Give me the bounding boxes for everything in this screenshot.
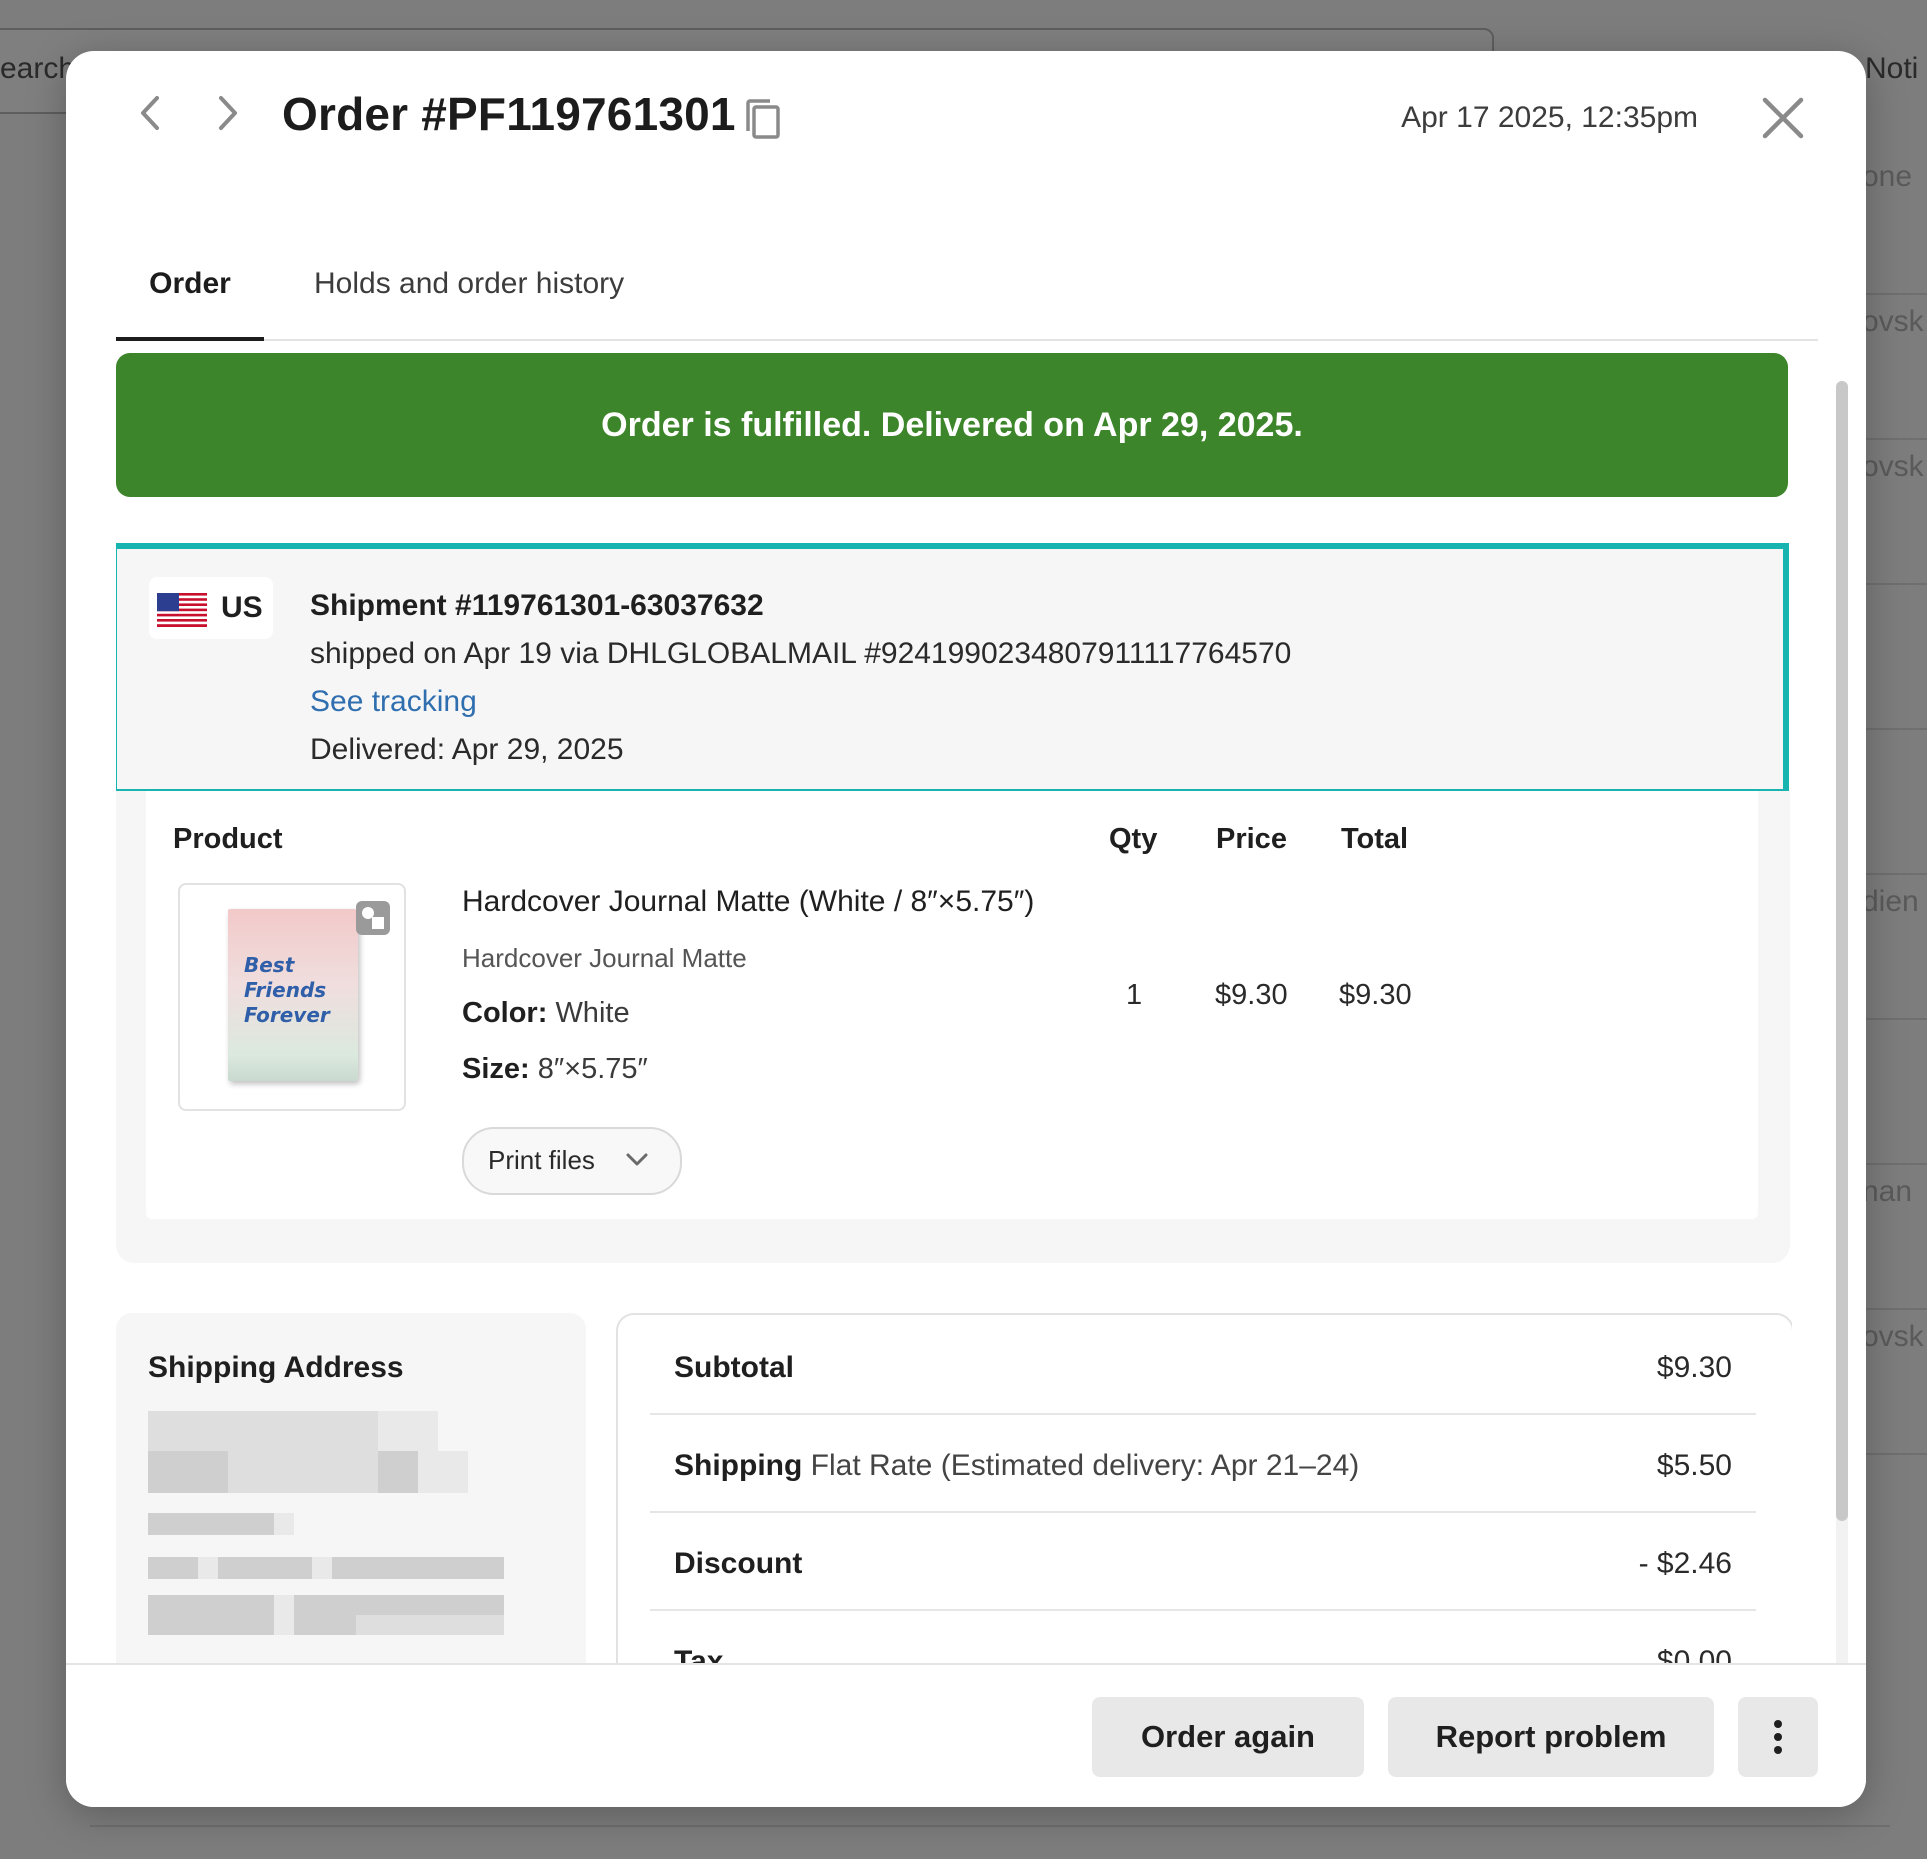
modal-footer: Order again Report problem [66, 1663, 1866, 1807]
column-header-product: Product [173, 823, 283, 855]
shipping-row: Shipping Flat Rate (Estimated delivery: … [650, 1413, 1756, 1513]
us-flag-icon [157, 593, 207, 627]
order-date: Apr 17 2025, 12:35pm [1401, 101, 1698, 134]
shipment-delivered-date: Delivered: Apr 29, 2025 [310, 733, 624, 766]
column-header-total: Total [1341, 823, 1409, 855]
image-badge-icon[interactable] [356, 901, 390, 935]
modal-content: Order is fulfilled. Delivered on Apr 29,… [116, 351, 1792, 1713]
shipping-address-title: Shipping Address [148, 1351, 404, 1384]
shipment-card: US Shipment #119761301-63037632 shipped … [116, 543, 1789, 795]
discount-value: - $2.46 [1638, 1547, 1732, 1580]
column-header-price: Price [1216, 823, 1287, 855]
items-panel: Product Qty Price Total Best Friends For… [116, 791, 1790, 1263]
subtotal-row: Subtotal $9.30 [650, 1315, 1756, 1415]
country-chip: US [149, 577, 273, 639]
item-total: $9.30 [1339, 979, 1412, 1011]
order-modal: Order #PF119761301 Apr 17 2025, 12:35pm … [66, 51, 1866, 1807]
banner-text: Order is fulfilled. Delivered on Apr 29,… [601, 405, 1303, 444]
tab-order[interactable]: Order [116, 267, 264, 341]
previous-order-button[interactable] [128, 91, 172, 135]
product-size: Size: 8″×5.75″ [462, 1053, 648, 1085]
copy-icon [746, 99, 780, 139]
product-thumbnail[interactable]: Best Friends Forever [178, 883, 406, 1111]
report-problem-button[interactable]: Report problem [1388, 1697, 1714, 1777]
items-table: Product Qty Price Total Best Friends For… [146, 791, 1758, 1219]
chevron-right-icon [219, 96, 237, 130]
tab-holds-and-order-history[interactable]: Holds and order history [314, 267, 624, 337]
product-name: Hardcover Journal Matte (White / 8″×5.75… [462, 885, 1035, 918]
journal-cover-image: Best Friends Forever [228, 909, 358, 1081]
shipping-address-card: Shipping Address [116, 1313, 586, 1713]
discount-label: Discount [674, 1547, 803, 1580]
order-again-button[interactable]: Order again [1092, 1697, 1364, 1777]
background-search-label: earch [0, 52, 76, 85]
close-modal-button[interactable] [1760, 95, 1806, 141]
discount-row: Discount - $2.46 [650, 1511, 1756, 1611]
print-files-dropdown[interactable]: Print files [462, 1127, 682, 1195]
see-tracking-link[interactable]: See tracking [310, 685, 477, 719]
order-title: Order #PF119761301 [282, 88, 736, 140]
country-code: US [221, 591, 263, 624]
more-options-button[interactable] [1738, 1697, 1818, 1777]
scrollbar-thumb[interactable] [1836, 381, 1848, 1521]
background-notifications-label: Noti [1865, 52, 1919, 85]
modal-header: Order #PF119761301 Apr 17 2025, 12:35pm [66, 51, 1866, 181]
subtotal-label: Subtotal [674, 1351, 794, 1384]
shipping-method: Flat Rate (Estimated delivery: Apr 21–24… [810, 1449, 1360, 1482]
copy-order-number-button[interactable] [744, 97, 784, 143]
fulfilled-banner: Order is fulfilled. Delivered on Apr 29,… [116, 353, 1788, 497]
order-totals-card: Subtotal $9.30 Shipping Flat Rate (Estim… [616, 1313, 1792, 1713]
shipment-title: Shipment #119761301-63037632 [310, 589, 764, 622]
modal-tabs: Order Holds and order history [116, 231, 1818, 341]
product-color: Color: White [462, 997, 630, 1029]
shipment-carrier-line: shipped on Apr 19 via DHLGLOBALMAIL #924… [310, 637, 1292, 670]
item-price: $9.30 [1215, 979, 1288, 1011]
background-divider [90, 1825, 1890, 1827]
subtotal-value: $9.30 [1656, 1351, 1732, 1384]
chevron-down-icon [626, 1153, 648, 1166]
print-files-label: Print files [488, 1145, 595, 1175]
shipping-value: $5.50 [1656, 1449, 1732, 1482]
chevron-left-icon [141, 96, 159, 130]
column-header-qty: Qty [1109, 823, 1158, 855]
item-qty: 1 [1126, 979, 1143, 1011]
product-subtitle: Hardcover Journal Matte [462, 943, 747, 973]
shipping-label: Shipping Flat Rate (Estimated delivery: … [674, 1449, 1360, 1482]
more-vertical-icon [1774, 1720, 1782, 1754]
close-icon [1762, 97, 1804, 139]
next-order-button[interactable] [206, 91, 250, 135]
